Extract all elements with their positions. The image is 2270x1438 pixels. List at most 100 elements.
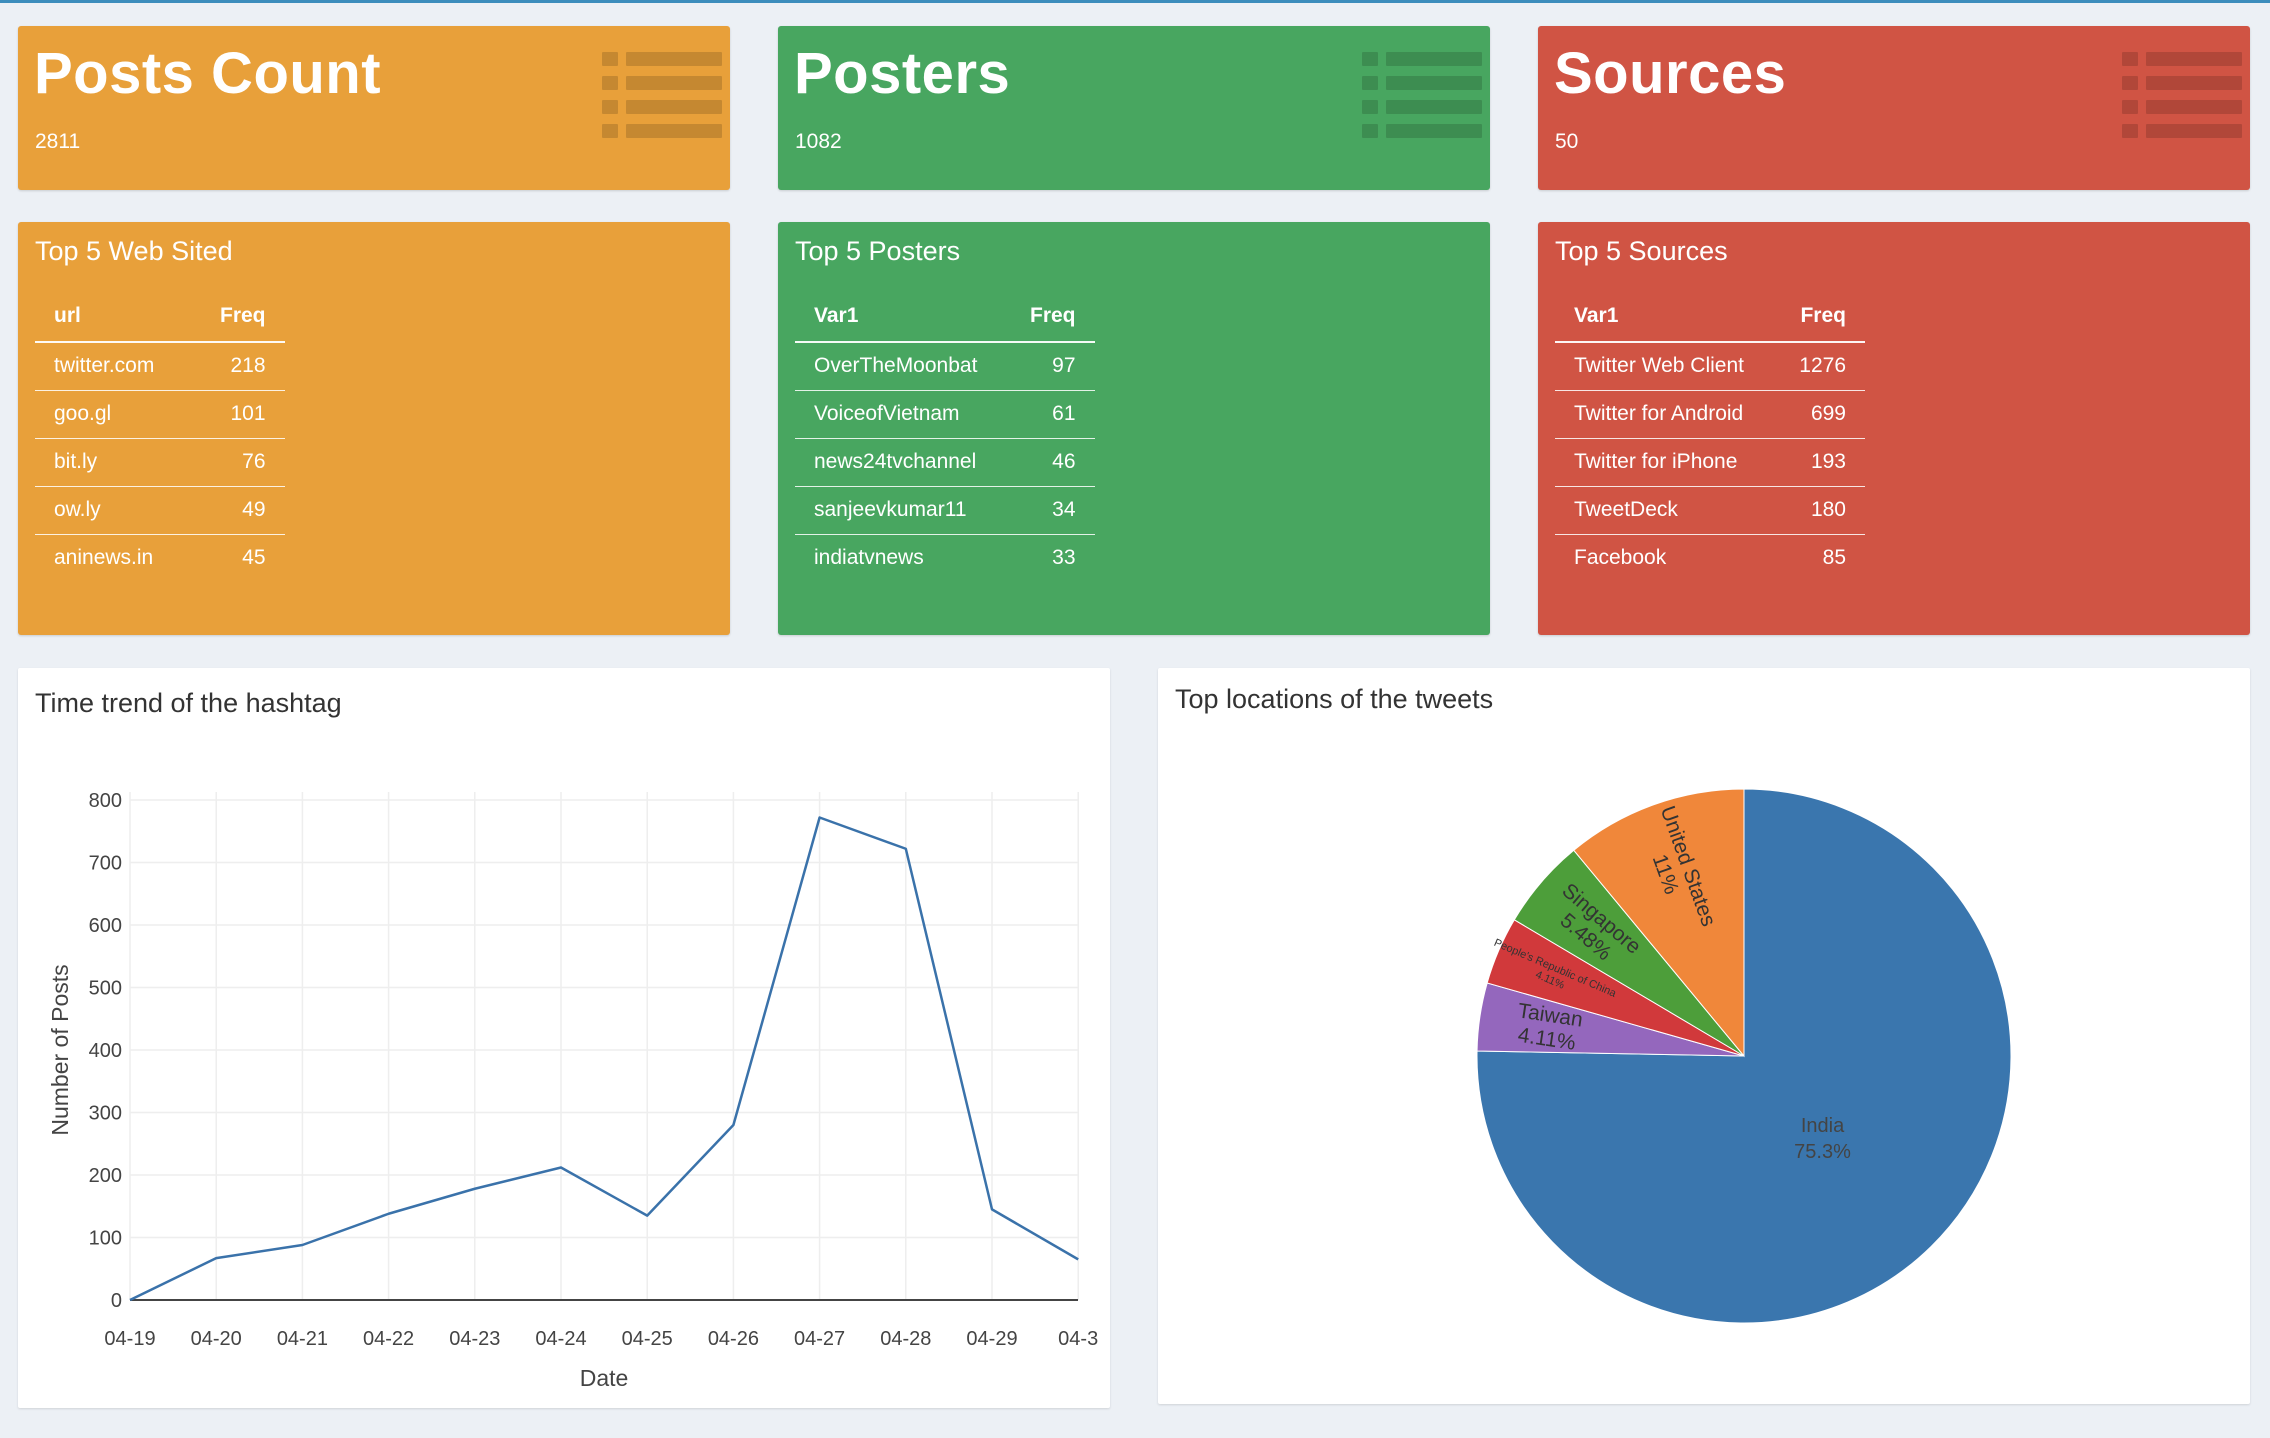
- x-tick-label: 04-21: [277, 1328, 328, 1350]
- table-row: Twitter Web Client 1276: [1555, 342, 1865, 391]
- table-cell: 699: [1773, 390, 1865, 439]
- top-posters-table: Var1 Freq OverTheMoonbat 97 VoiceofVietna…: [795, 302, 1095, 582]
- table-row: Twitter for Android 699: [1555, 390, 1865, 439]
- table-cell: VoiceofVietnam: [795, 390, 1011, 439]
- table-row: Facebook 85: [1555, 534, 1865, 582]
- table-row: VoiceofVietnam 61: [795, 390, 1095, 439]
- data-point[interactable]: [472, 1186, 478, 1192]
- table-row: indiatvnews 33: [795, 534, 1095, 582]
- list-icon: [2122, 52, 2242, 140]
- slice-percent: 75.3%: [1794, 1141, 1851, 1163]
- data-point[interactable]: [127, 1297, 133, 1303]
- table-row: sanjeevkumar11 34: [795, 486, 1095, 535]
- table-row: TweetDeck 180: [1555, 486, 1865, 535]
- posts-count-box: Posts Count 2811: [18, 26, 730, 190]
- y-tick-label: 500: [89, 978, 122, 1000]
- data-point[interactable]: [644, 1213, 650, 1219]
- x-tick-label: 04-3: [1058, 1328, 1098, 1350]
- x-tick-label: 04-22: [363, 1328, 414, 1350]
- data-point[interactable]: [817, 815, 823, 821]
- x-axis-title: Date: [580, 1365, 629, 1391]
- table-row: aninews.in 45: [35, 534, 285, 582]
- data-point[interactable]: [558, 1165, 564, 1171]
- table-row: ow.ly 49: [35, 486, 285, 535]
- top-web-sites-table: url Freq twitter.com 218 goo.gl 101 bit.ly…: [35, 302, 285, 582]
- table-cell: bit.ly: [35, 438, 201, 487]
- y-tick-label: 700: [89, 853, 122, 875]
- x-tick-label: 04-29: [966, 1328, 1017, 1350]
- x-tick-label: 04-28: [880, 1328, 931, 1350]
- list-icon: [602, 52, 722, 140]
- table-cell: Twitter for iPhone: [1555, 438, 1773, 487]
- table-cell: news24tvchannel: [795, 438, 1011, 487]
- x-tick-label: 04-19: [104, 1328, 155, 1350]
- table-cell: 76: [201, 438, 285, 487]
- table-cell: aninews.in: [54, 546, 154, 570]
- posts-count-title: Posts Count: [34, 41, 382, 106]
- data-point[interactable]: [730, 1122, 736, 1128]
- top-posters-box: Top 5 Posters Var1 Freq OverTheMoonbat 97…: [778, 222, 1490, 635]
- table-cell: 97: [1011, 342, 1095, 391]
- table-cell: 85: [1822, 546, 1846, 570]
- table-row: goo.gl 101: [35, 390, 285, 439]
- top-sources-title: Top 5 Sources: [1555, 236, 1728, 266]
- table-row: news24tvchannel 46: [795, 438, 1095, 487]
- table-cell: indiatvnews: [814, 546, 924, 570]
- column-header: Var1: [1555, 302, 1773, 343]
- top-locations-panel: Top locations of the tweets India 75.3% Ta…: [1158, 668, 2250, 1404]
- table-cell: Facebook: [1574, 546, 1667, 570]
- data-point[interactable]: [989, 1206, 995, 1212]
- y-tick-label: 100: [89, 1228, 122, 1250]
- table-cell: Twitter for Android: [1555, 390, 1773, 439]
- table-cell: 34: [1011, 486, 1095, 535]
- x-tick-label: 04-23: [449, 1328, 500, 1350]
- table-cell: sanjeevkumar11: [795, 486, 1011, 535]
- x-tick-label: 04-20: [191, 1328, 242, 1350]
- top-locations-chart[interactable]: India75.3%Taiwan4.11%People's Republic o…: [1158, 668, 2250, 1404]
- time-trend-panel: Time trend of the hashtag 0 100 200 300 400 5…: [18, 668, 1110, 1408]
- table-cell: 101: [201, 390, 285, 439]
- sources-title: Sources: [1554, 41, 1787, 106]
- table-row: bit.ly 76: [35, 438, 285, 487]
- column-header: Freq: [1011, 302, 1095, 343]
- posters-title: Posters: [794, 41, 1011, 106]
- top-web-sites-title: Top 5 Web Sited: [35, 236, 233, 266]
- table-cell: twitter.com: [35, 342, 201, 391]
- y-tick-label: 800: [89, 790, 122, 812]
- data-point[interactable]: [386, 1211, 392, 1217]
- table-cell: 61: [1011, 390, 1095, 439]
- x-tick-label: 04-26: [708, 1328, 759, 1350]
- x-tick-label: 04-27: [794, 1328, 845, 1350]
- column-header: url: [35, 302, 201, 343]
- time-trend-chart[interactable]: 0 100 200 300 400 500 600 700 800 04-19 04-20 04-21…: [18, 668, 1110, 1408]
- y-tick-label: 400: [89, 1040, 122, 1062]
- table-row: twitter.com 218: [35, 342, 285, 391]
- table-cell: goo.gl: [35, 390, 201, 439]
- table-cell: OverTheMoonbat: [795, 342, 1011, 391]
- top-sources-box: Top 5 Sources Var1 Freq Twitter Web Clie…: [1538, 222, 2250, 635]
- posts-count-value: 2811: [35, 130, 81, 153]
- data-point[interactable]: [213, 1255, 219, 1261]
- data-point[interactable]: [299, 1242, 305, 1248]
- column-header: Freq: [201, 302, 285, 343]
- top-posters-title: Top 5 Posters: [795, 236, 961, 266]
- posters-value: 1082: [795, 130, 842, 153]
- table-cell: 1276: [1773, 342, 1865, 391]
- table-cell: 218: [201, 342, 285, 391]
- column-header: Var1: [795, 302, 1011, 343]
- data-point[interactable]: [1075, 1256, 1081, 1262]
- series-line[interactable]: [129, 816, 1079, 1302]
- y-tick-label: 200: [89, 1165, 122, 1187]
- y-tick-label: 300: [89, 1103, 122, 1125]
- table-cell: ow.ly: [35, 486, 201, 535]
- top-accent-line: [0, 0, 2270, 3]
- table-cell: 180: [1773, 486, 1865, 535]
- table-cell: 33: [1052, 546, 1076, 570]
- y-tick-label: 0: [111, 1290, 122, 1312]
- x-tick-label: 04-24: [535, 1328, 586, 1350]
- table-cell: 193: [1773, 438, 1865, 487]
- table-cell: 46: [1011, 438, 1095, 487]
- y-tick-label: 600: [89, 915, 122, 937]
- data-point[interactable]: [903, 846, 909, 852]
- list-icon: [1362, 52, 1482, 140]
